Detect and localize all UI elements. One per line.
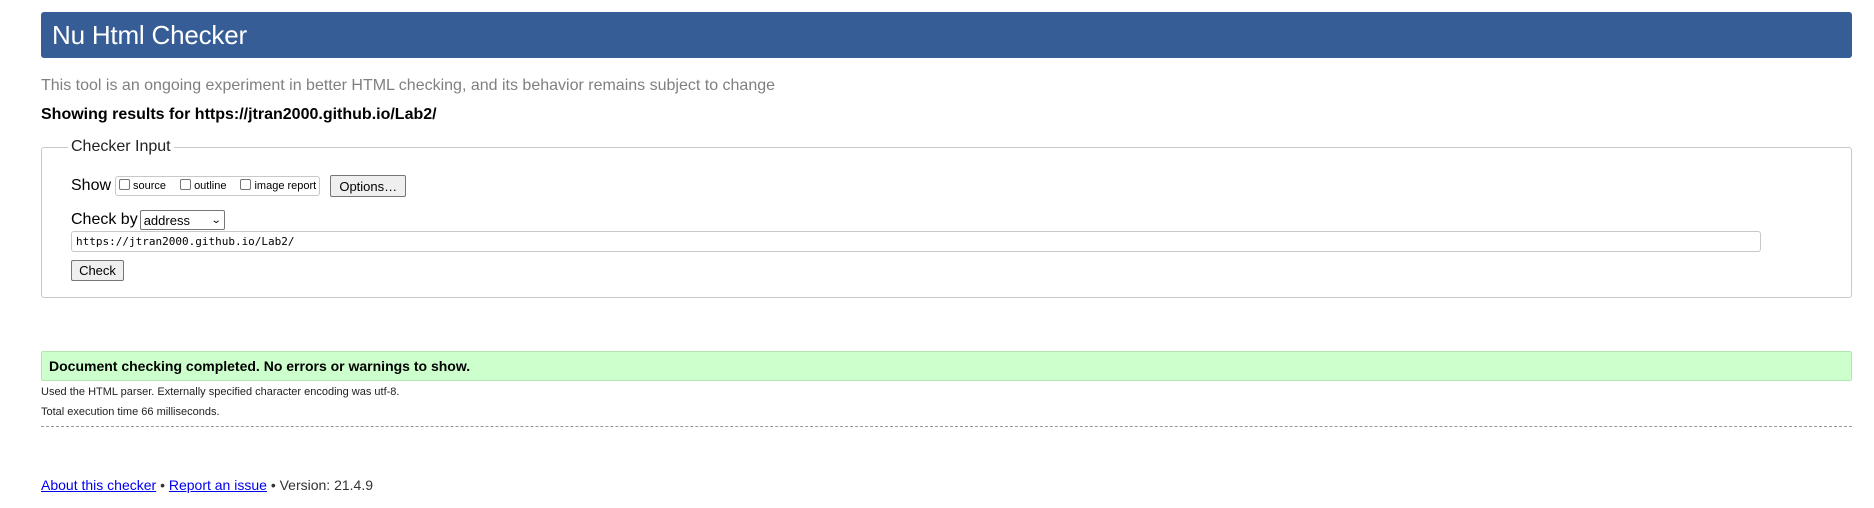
about-checker-link[interactable]: About this checker — [41, 477, 156, 493]
source-checkbox[interactable] — [119, 178, 131, 190]
checker-input-fieldset: Checker Input Show source outline image … — [41, 138, 1852, 298]
fieldset-legend: Checker Input — [68, 138, 174, 156]
url-input[interactable]: https://jtran2000.github.io/Lab2/ — [71, 231, 1761, 252]
header-bar: Nu Html Checker — [41, 12, 1852, 58]
footer-separator-2: • — [270, 477, 276, 493]
report-issue-link[interactable]: Report an issue — [169, 477, 267, 493]
footer-separator-1: • — [160, 477, 165, 493]
show-checkbox-group: source outline image report — [115, 176, 321, 196]
version-text: Version: 21.4.9 — [279, 477, 374, 493]
check-by-label: Check by — [71, 211, 138, 228]
image-report-checkbox[interactable] — [240, 178, 252, 190]
image-report-checkbox-label[interactable]: image report — [254, 180, 316, 192]
page: Nu Html Checker This tool is an ongoing … — [0, 0, 1874, 508]
app-title: Nu Html Checker — [52, 20, 247, 50]
source-checkbox-label[interactable]: source — [133, 180, 166, 192]
check-by-row: Check by address ⌄ — [71, 209, 225, 231]
check-button[interactable]: Check — [71, 260, 124, 281]
outline-checkbox[interactable] — [180, 178, 192, 190]
execution-time: Total execution time 66 milliseconds. — [41, 406, 220, 418]
footer: About this checker • Report an issue • V… — [41, 477, 373, 493]
check-by-select[interactable]: address ⌄ — [139, 210, 225, 230]
check-by-selected-value: address — [143, 212, 190, 228]
intro-text: This tool is an ongoing experiment in be… — [41, 77, 776, 94]
parser-info: Used the HTML parser. Externally specifi… — [41, 386, 400, 398]
show-options-row: Show source outline image report Options… — [71, 175, 407, 197]
success-message: Document checking completed. No errors o… — [49, 358, 471, 374]
success-message-bar: Document checking completed. No errors o… — [41, 351, 1852, 381]
options-button[interactable]: Options… — [330, 175, 407, 197]
outline-checkbox-label[interactable]: outline — [194, 180, 226, 192]
results-heading: Showing results for https://jtran2000.gi… — [41, 106, 437, 123]
chevron-down-icon: ⌄ — [211, 214, 222, 226]
show-label: Show — [71, 177, 112, 194]
dashed-divider — [41, 426, 1852, 427]
